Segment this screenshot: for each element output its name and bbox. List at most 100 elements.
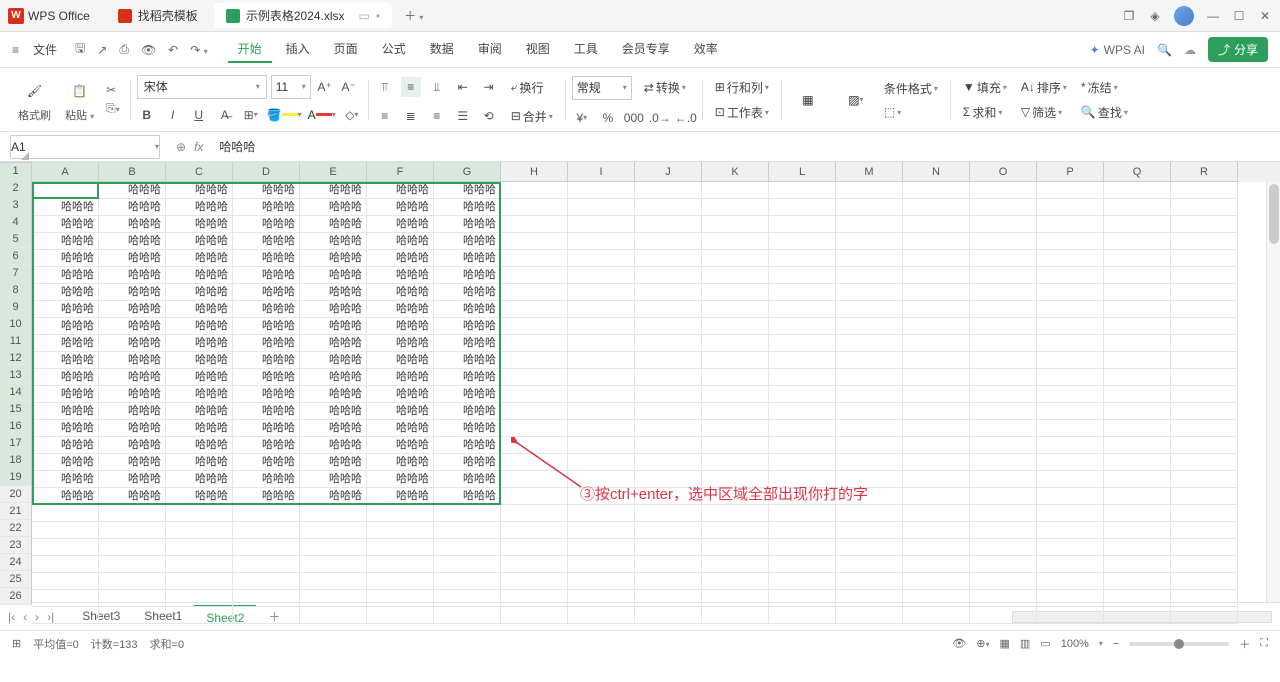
cell[interactable] xyxy=(836,505,903,522)
cell[interactable] xyxy=(702,301,769,318)
cell[interactable] xyxy=(501,573,568,590)
cell[interactable] xyxy=(702,352,769,369)
cell[interactable]: 哈哈哈 xyxy=(367,403,434,420)
cell[interactable] xyxy=(501,420,568,437)
cell[interactable] xyxy=(702,590,769,607)
select-all-corner[interactable] xyxy=(0,162,32,163)
record-icon[interactable]: ⊞ xyxy=(12,637,21,650)
cell[interactable]: 哈哈哈 xyxy=(300,199,367,216)
copy-icon[interactable]: ⎘▾ xyxy=(106,101,120,116)
cell[interactable] xyxy=(903,250,970,267)
cell[interactable]: 哈哈哈 xyxy=(32,420,99,437)
cell[interactable] xyxy=(1037,352,1104,369)
border-button[interactable]: ⊞▾ xyxy=(241,105,261,125)
cell[interactable]: 哈哈哈 xyxy=(300,471,367,488)
cell[interactable] xyxy=(99,573,166,590)
cell[interactable] xyxy=(836,386,903,403)
cell[interactable] xyxy=(769,607,836,624)
cell[interactable] xyxy=(568,403,635,420)
cell[interactable] xyxy=(769,386,836,403)
row-header-10[interactable]: 10 xyxy=(0,316,32,333)
menu-插入[interactable]: 插入 xyxy=(276,36,320,63)
cell[interactable] xyxy=(166,539,233,556)
cell[interactable] xyxy=(702,556,769,573)
cell[interactable] xyxy=(769,318,836,335)
bold-button[interactable]: B xyxy=(137,105,157,125)
cell[interactable] xyxy=(970,522,1037,539)
cell[interactable] xyxy=(1104,199,1171,216)
cell[interactable] xyxy=(635,403,702,420)
cell[interactable] xyxy=(903,369,970,386)
cell[interactable] xyxy=(903,182,970,199)
cell[interactable] xyxy=(568,250,635,267)
cell[interactable] xyxy=(970,216,1037,233)
percent-icon[interactable]: % xyxy=(598,108,618,128)
cell[interactable] xyxy=(568,369,635,386)
view-normal-icon[interactable]: ▦ xyxy=(999,637,1009,650)
cell[interactable]: 哈哈哈 xyxy=(32,301,99,318)
cell[interactable]: 哈哈哈 xyxy=(300,250,367,267)
cell[interactable] xyxy=(32,539,99,556)
cell[interactable] xyxy=(501,522,568,539)
cell[interactable] xyxy=(1037,522,1104,539)
export-icon[interactable]: ↗ xyxy=(97,43,107,57)
cell[interactable]: 哈哈哈 xyxy=(233,420,300,437)
cell[interactable]: 哈哈哈 xyxy=(233,267,300,284)
minimize-button[interactable]: — xyxy=(1206,9,1220,23)
cell[interactable] xyxy=(300,539,367,556)
cell[interactable]: 哈哈哈 xyxy=(367,420,434,437)
crop-button[interactable]: ⬚▾ xyxy=(878,103,944,121)
cell[interactable] xyxy=(568,505,635,522)
cell[interactable] xyxy=(1104,216,1171,233)
merge-button[interactable]: ⊟ 合并▾ xyxy=(505,106,559,127)
cell[interactable] xyxy=(769,454,836,471)
col-header-P[interactable]: P xyxy=(1037,162,1104,182)
cell[interactable] xyxy=(635,352,702,369)
cell[interactable]: 哈哈哈 xyxy=(166,352,233,369)
cell[interactable] xyxy=(32,505,99,522)
col-header-O[interactable]: O xyxy=(970,162,1037,182)
cell[interactable] xyxy=(434,590,501,607)
cell[interactable] xyxy=(903,267,970,284)
cell[interactable] xyxy=(568,335,635,352)
align-bottom-icon[interactable]: ⫫ xyxy=(427,77,447,97)
cell[interactable] xyxy=(1104,233,1171,250)
cell[interactable] xyxy=(970,301,1037,318)
cell[interactable] xyxy=(1037,216,1104,233)
cell[interactable] xyxy=(1104,369,1171,386)
name-box[interactable]: A1▾ xyxy=(10,135,160,159)
cell[interactable]: 哈哈哈 xyxy=(300,352,367,369)
cell[interactable]: 哈哈哈 xyxy=(233,454,300,471)
row-header-17[interactable]: 17 xyxy=(0,435,32,452)
cell[interactable] xyxy=(903,573,970,590)
cell[interactable]: 哈哈哈 xyxy=(367,250,434,267)
cell[interactable] xyxy=(635,539,702,556)
cell[interactable] xyxy=(1171,318,1238,335)
sheet-first-icon[interactable]: |‹ xyxy=(8,610,15,624)
cell[interactable] xyxy=(568,539,635,556)
cell[interactable]: 哈哈哈 xyxy=(233,318,300,335)
cell[interactable]: 哈哈哈 xyxy=(300,488,367,505)
cell[interactable]: 哈哈哈 xyxy=(233,488,300,505)
cell[interactable] xyxy=(1037,182,1104,199)
cell[interactable] xyxy=(501,182,568,199)
currency-icon[interactable]: ¥▾ xyxy=(572,108,592,128)
cell[interactable] xyxy=(970,369,1037,386)
cell[interactable]: 哈哈哈 xyxy=(99,437,166,454)
col-header-H[interactable]: H xyxy=(501,162,568,182)
cell[interactable] xyxy=(836,216,903,233)
cell[interactable] xyxy=(1104,505,1171,522)
settings-status-icon[interactable]: ⊕▾ xyxy=(976,637,989,650)
cell[interactable] xyxy=(903,505,970,522)
cell[interactable]: 哈哈哈 xyxy=(166,471,233,488)
cell[interactable] xyxy=(1037,437,1104,454)
cell[interactable]: 哈哈哈 xyxy=(434,199,501,216)
menu-公式[interactable]: 公式 xyxy=(372,36,416,63)
tab-current-doc[interactable]: 示例表格2024.xlsx ▭ • xyxy=(214,3,392,28)
cell[interactable] xyxy=(434,573,501,590)
cell[interactable] xyxy=(769,182,836,199)
view-break-icon[interactable]: ▭ xyxy=(1040,637,1050,650)
cell[interactable]: 哈哈哈 xyxy=(300,335,367,352)
cell[interactable]: 哈哈哈 xyxy=(99,199,166,216)
cell[interactable] xyxy=(1037,607,1104,624)
